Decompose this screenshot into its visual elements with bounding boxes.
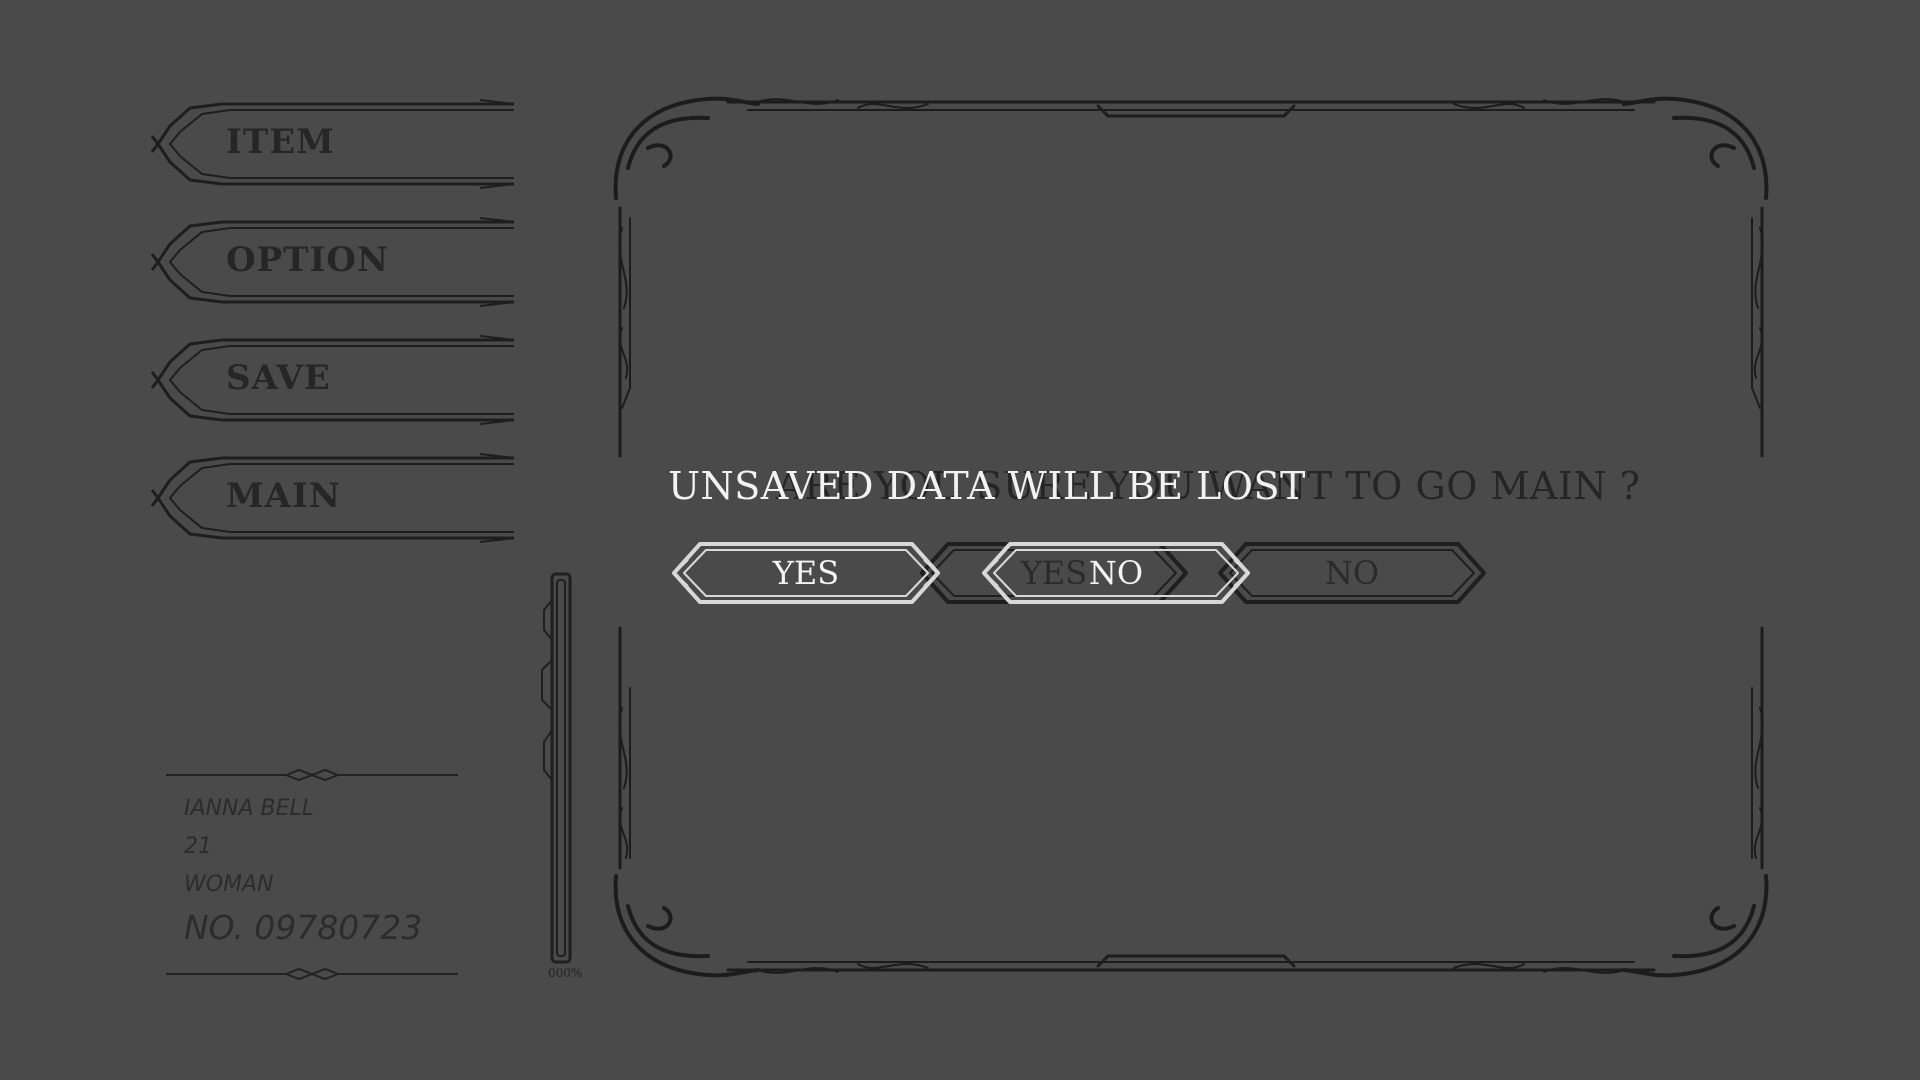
ornament-divider-bottom <box>166 967 458 981</box>
menu-item-label: MAIN <box>226 476 341 516</box>
character-gender: WOMAN <box>184 872 274 897</box>
ornament-divider-top <box>166 768 458 782</box>
choice-label: NO <box>1324 554 1380 592</box>
menu-item-label: OPTION <box>226 240 390 280</box>
gauge-frame <box>541 572 572 964</box>
dialog-warning: UNSAVED DATA WILL BE LOST <box>668 464 1306 508</box>
dialog-no-button[interactable]: NO <box>980 538 1252 608</box>
character-number: NO. 09780723 <box>184 908 423 947</box>
menu-button-frame <box>150 335 515 425</box>
dialog-no-button-shadow[interactable]: NO <box>1216 538 1488 608</box>
dialog-yes-button[interactable]: YES <box>670 538 942 608</box>
menu-item-label: ITEM <box>226 122 335 162</box>
menu-item-option[interactable]: OPTION <box>150 216 516 308</box>
ornate-frame <box>613 96 1769 978</box>
menu-item-item[interactable]: ITEM <box>150 98 516 190</box>
choice-label: NO <box>1088 554 1144 592</box>
gauge-percent-label: 000% <box>548 966 583 980</box>
menu-item-main[interactable]: MAIN <box>150 452 516 544</box>
menu-item-save[interactable]: SAVE <box>150 334 516 426</box>
menu-item-label: SAVE <box>226 358 331 398</box>
character-name: IANNA BELL <box>184 796 315 821</box>
choice-label: YES <box>772 554 840 592</box>
character-age: 21 <box>184 834 212 859</box>
